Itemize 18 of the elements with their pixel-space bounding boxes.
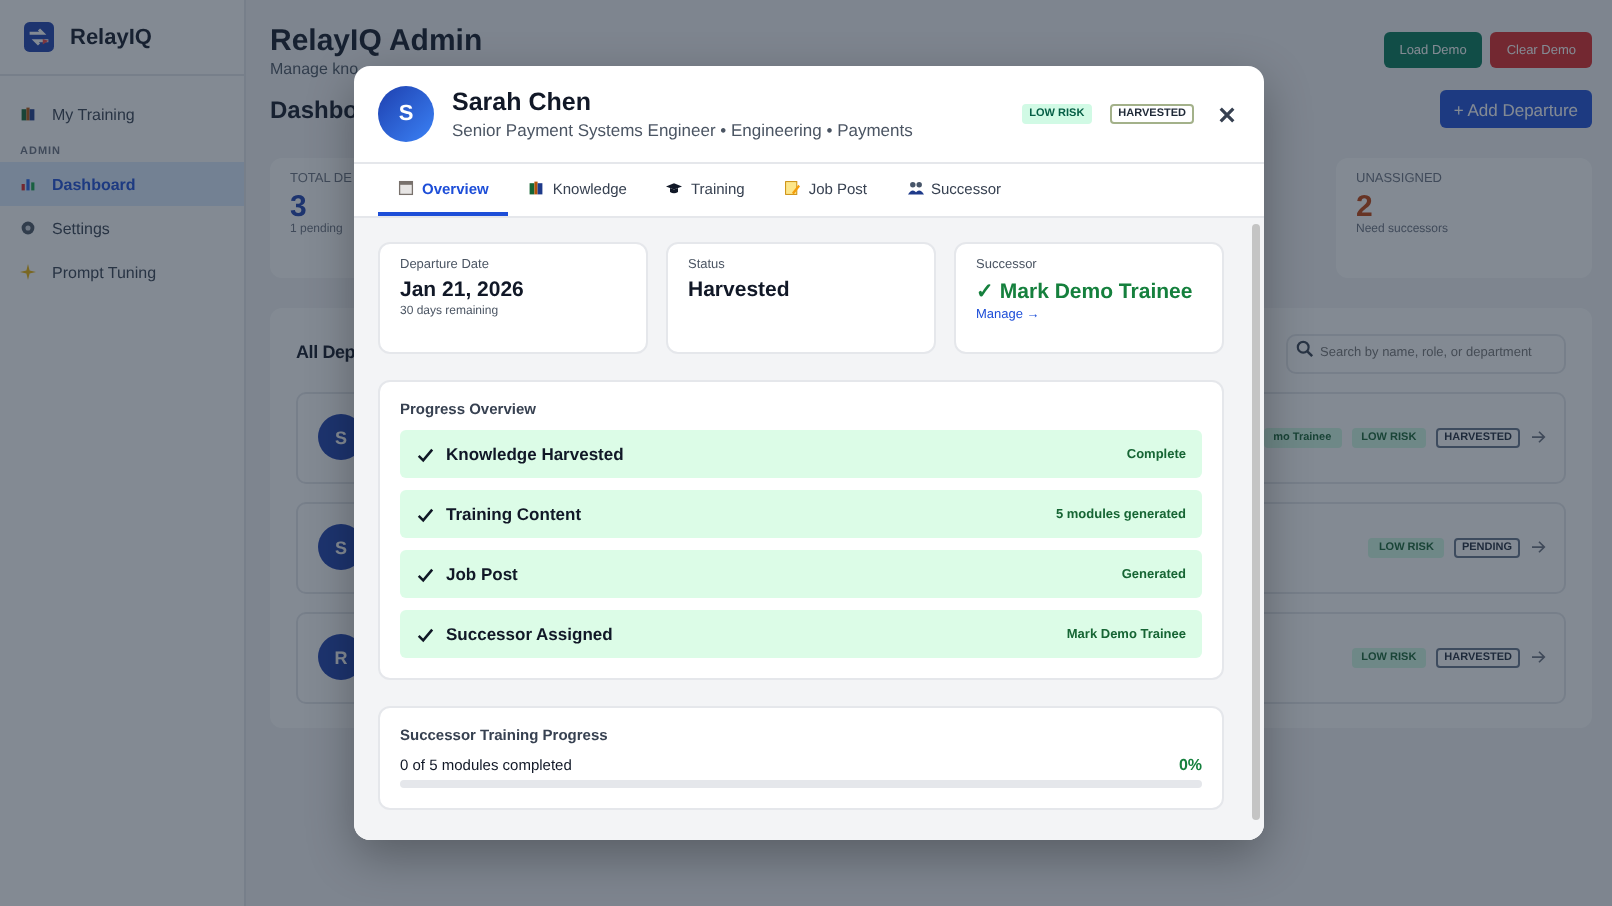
person-role: Senior Payment Systems Engineer • Engineering • Payments [452,120,915,140]
stat-value: 2 [1356,190,1373,224]
step-label: Successor Assigned [446,624,615,644]
step-label: Training Content [446,504,584,524]
stat-value: 3 [290,190,307,224]
percent-label: 0% [1178,756,1202,774]
panel-title: All Dep [296,341,356,362]
section-heading: Dashbo [270,95,359,123]
person-name: Sarah Chen [452,88,593,116]
card-value: ✓ Mark Demo Trainee [976,278,1195,304]
brand-name: RelayIQ [70,25,152,49]
card-value: Jan 21, 2026 [400,278,526,302]
avatar: S [378,86,434,142]
page-title: RelayIQ Admin [270,24,483,58]
step-label: Job Post [446,564,520,584]
page-subtitle: Manage kno [270,60,361,78]
card-value: Harvested [688,278,792,302]
step-label: Knowledge Harvested [446,444,626,464]
